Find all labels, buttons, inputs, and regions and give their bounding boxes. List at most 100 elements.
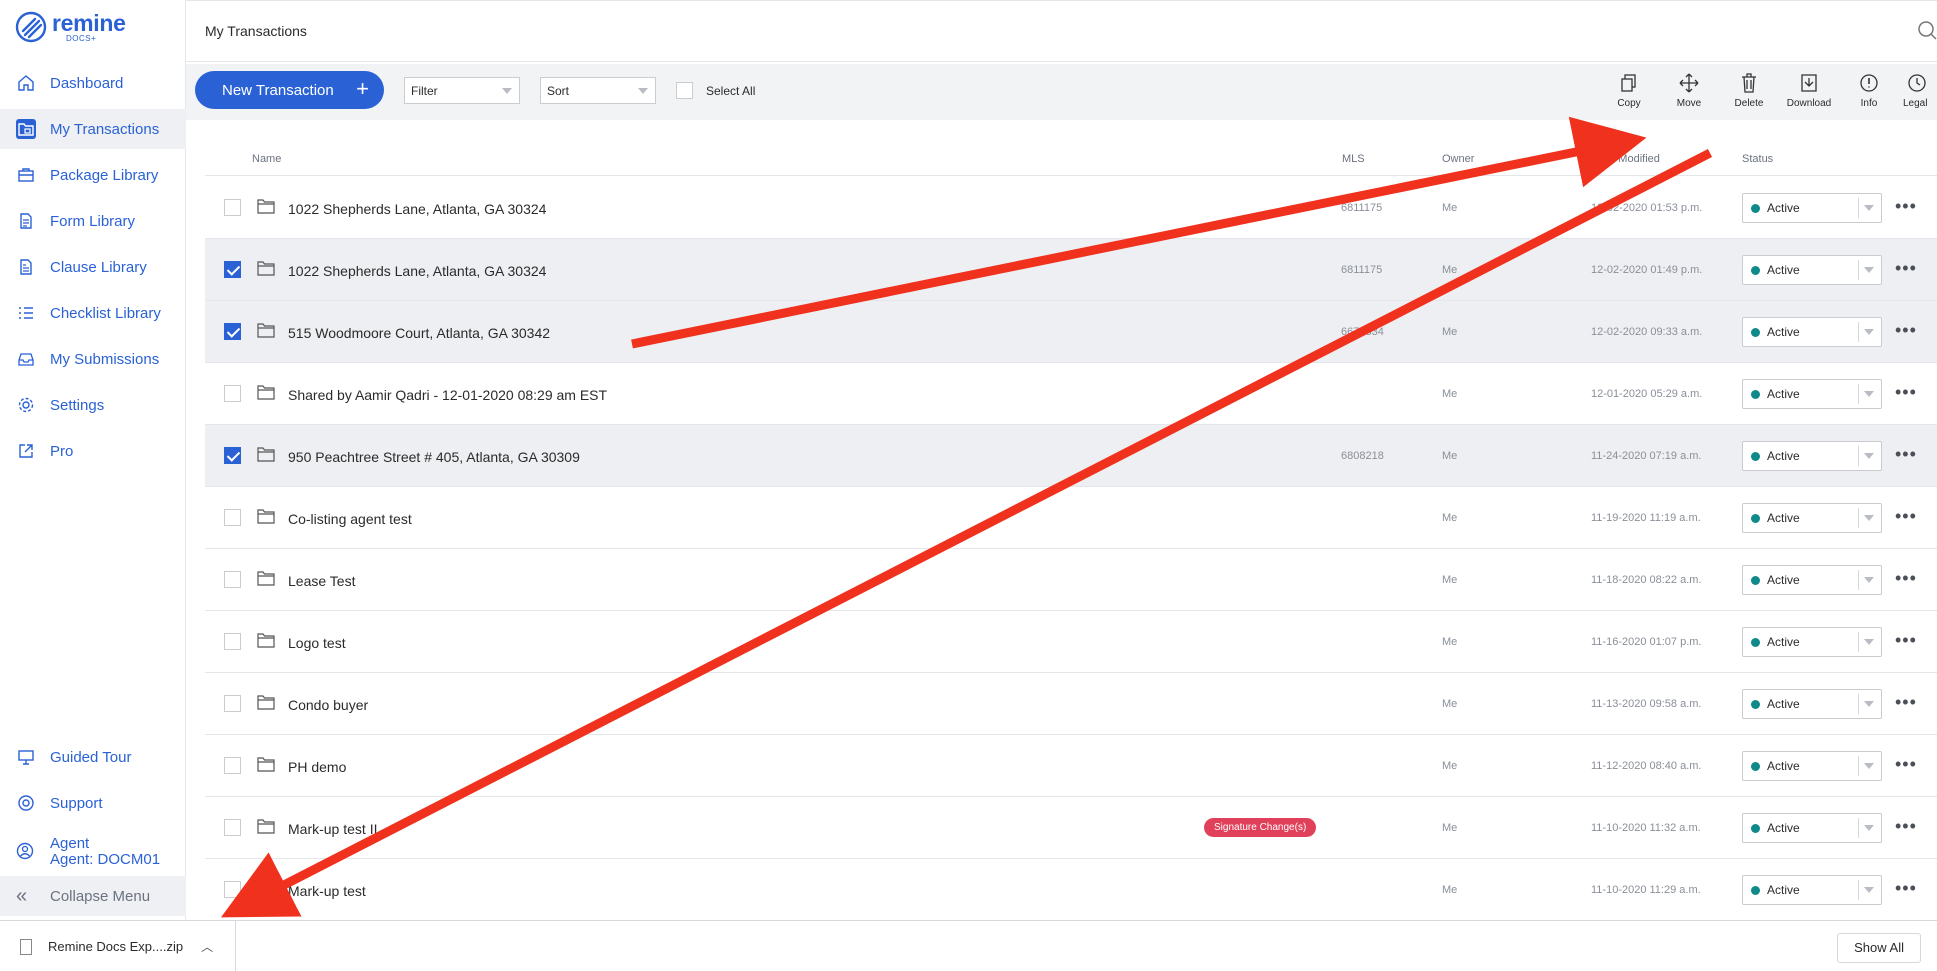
table-row[interactable]: 950 Peachtree Street # 405, Atlanta, GA … xyxy=(205,425,1937,487)
table-row[interactable]: PH demo Me 11-12-2020 08:40 a.m. Active ••• xyxy=(205,735,1937,797)
more-options-icon[interactable]: ••• xyxy=(1895,445,1917,463)
status-select[interactable]: Active xyxy=(1742,689,1882,719)
more-options-icon[interactable]: ••• xyxy=(1895,383,1917,401)
new-transaction-button[interactable]: New Transaction + xyxy=(195,71,384,109)
download-item[interactable]: Remine Docs Exp....zip ︿ xyxy=(0,921,236,971)
row-name[interactable]: 1022 Shepherds Lane, Atlanta, GA 30324 xyxy=(288,201,546,217)
download-button[interactable]: Download xyxy=(1779,72,1839,109)
status-select[interactable]: Active xyxy=(1742,813,1882,843)
table-row[interactable]: Mark-up test Me 11-10-2020 11:29 a.m. Activ… xyxy=(205,859,1937,921)
status-dot-icon xyxy=(1751,514,1760,523)
row-checkbox[interactable] xyxy=(224,261,241,278)
divider xyxy=(1858,632,1859,652)
show-all-button[interactable]: Show All xyxy=(1837,933,1921,963)
column-header-owner[interactable]: Owner xyxy=(1442,153,1474,165)
row-name[interactable]: 950 Peachtree Street # 405, Atlanta, GA … xyxy=(288,449,580,465)
legal-button[interactable]: Legal xyxy=(1899,72,1937,109)
sidebar-item-support[interactable]: Support xyxy=(0,783,186,823)
sidebar-agent[interactable]: Agent Agent: DOCM01 xyxy=(0,834,186,870)
status-select[interactable]: Active xyxy=(1742,503,1882,533)
sidebar-item-clause-library[interactable]: Clause Library xyxy=(0,247,186,287)
row-name[interactable]: Logo test xyxy=(288,635,346,651)
remine-logo[interactable]: remine DOCS+ xyxy=(14,10,126,44)
row-name[interactable]: 1022 Shepherds Lane, Atlanta, GA 30324 xyxy=(288,263,546,279)
select-all-checkbox[interactable] xyxy=(676,82,693,99)
column-header-mls[interactable]: MLS xyxy=(1342,153,1365,165)
row-checkbox[interactable] xyxy=(224,323,241,340)
more-options-icon[interactable]: ••• xyxy=(1895,755,1917,773)
sidebar-item-my-submissions[interactable]: My Submissions xyxy=(0,339,186,379)
row-checkbox[interactable] xyxy=(224,633,241,650)
more-options-icon[interactable]: ••• xyxy=(1895,569,1917,587)
filter-select[interactable]: Filter xyxy=(404,77,520,104)
more-options-icon[interactable]: ••• xyxy=(1895,879,1917,897)
row-checkbox[interactable] xyxy=(224,881,241,898)
sidebar-item-guided-tour[interactable]: Guided Tour xyxy=(0,737,186,777)
row-name[interactable]: Mark-up test II xyxy=(288,821,377,837)
copy-button[interactable]: Copy xyxy=(1599,72,1659,109)
row-name[interactable]: Lease Test xyxy=(288,573,355,589)
status-select[interactable]: Active xyxy=(1742,193,1882,223)
row-name[interactable]: Shared by Aamir Qadri - 12-01-2020 08:29… xyxy=(288,387,607,403)
table-row[interactable]: Condo buyer Me 11-13-2020 09:58 a.m. Active… xyxy=(205,673,1937,735)
table-row[interactable]: 515 Woodmoore Court, Atlanta, GA 30342 66… xyxy=(205,301,1937,363)
sidebar-item-settings[interactable]: Settings xyxy=(0,385,186,425)
row-name[interactable]: Mark-up test xyxy=(288,883,366,899)
more-options-icon[interactable]: ••• xyxy=(1895,197,1917,215)
status-select[interactable]: Active xyxy=(1742,565,1882,595)
move-icon xyxy=(1679,73,1699,93)
sort-select[interactable]: Sort xyxy=(540,77,656,104)
row-name[interactable]: PH demo xyxy=(288,759,346,775)
sidebar-item-dashboard[interactable]: Dashboard xyxy=(0,63,186,103)
status-select[interactable]: Active xyxy=(1742,751,1882,781)
column-header-name[interactable]: Name xyxy=(252,153,281,165)
row-name[interactable]: 515 Woodmoore Court, Atlanta, GA 30342 xyxy=(288,325,550,341)
more-options-icon[interactable]: ••• xyxy=(1895,321,1917,339)
search-icon[interactable] xyxy=(1915,19,1937,41)
more-options-icon[interactable]: ••• xyxy=(1895,259,1917,277)
chevron-up-icon[interactable]: ︿ xyxy=(201,938,213,955)
collapse-menu-label: Collapse Menu xyxy=(50,887,151,905)
more-options-icon[interactable]: ••• xyxy=(1895,631,1917,649)
table-row[interactable]: Logo test Me 11-16-2020 01:07 p.m. Active ••… xyxy=(205,611,1937,673)
collapse-menu-button[interactable]: « Collapse Menu xyxy=(0,876,186,916)
row-checkbox[interactable] xyxy=(224,385,241,402)
sidebar-item-package-library[interactable]: Package Library xyxy=(0,155,186,195)
table-row[interactable]: Lease Test Me 11-18-2020 08:22 a.m. Active •… xyxy=(205,549,1937,611)
table-row[interactable]: Co-listing agent test Me 11-19-2020 11:19 … xyxy=(205,487,1937,549)
sidebar-item-checklist-library[interactable]: Checklist Library xyxy=(0,293,186,333)
table-row[interactable]: Mark-up test II Signature Change(s) Me 11-1… xyxy=(205,797,1937,859)
table-row[interactable]: 1022 Shepherds Lane, Atlanta, GA 30324 68… xyxy=(205,177,1937,239)
more-options-icon[interactable]: ••• xyxy=(1895,507,1917,525)
double-chevron-left-icon: « xyxy=(16,884,28,907)
status-select[interactable]: Active xyxy=(1742,379,1882,409)
delete-button[interactable]: Delete xyxy=(1719,72,1779,109)
copy-icon xyxy=(1621,74,1636,92)
table-row[interactable]: 1022 Shepherds Lane, Atlanta, GA 30324 68… xyxy=(205,239,1937,301)
sidebar-item-my-transactions[interactable]: My Transactions xyxy=(0,109,186,149)
status-select[interactable]: Active xyxy=(1742,875,1882,905)
row-checkbox[interactable] xyxy=(224,819,241,836)
column-header-date[interactable]: Date Modified xyxy=(1592,153,1660,165)
row-name[interactable]: Condo buyer xyxy=(288,697,368,713)
row-checkbox[interactable] xyxy=(224,695,241,712)
status-select[interactable]: Active xyxy=(1742,255,1882,285)
column-header-status[interactable]: Status xyxy=(1742,153,1773,165)
status-select[interactable]: Active xyxy=(1742,317,1882,347)
info-button[interactable]: Info xyxy=(1839,72,1899,109)
more-options-icon[interactable]: ••• xyxy=(1895,817,1917,835)
row-owner: Me xyxy=(1442,884,1458,896)
move-button[interactable]: Move xyxy=(1659,72,1719,109)
row-checkbox[interactable] xyxy=(224,757,241,774)
row-checkbox[interactable] xyxy=(224,447,241,464)
more-options-icon[interactable]: ••• xyxy=(1895,693,1917,711)
sidebar-item-form-library[interactable]: Form Library xyxy=(0,201,186,241)
status-select[interactable]: Active xyxy=(1742,627,1882,657)
row-checkbox[interactable] xyxy=(224,509,241,526)
status-select[interactable]: Active xyxy=(1742,441,1882,471)
sidebar-item-pro[interactable]: Pro xyxy=(0,431,186,471)
row-checkbox[interactable] xyxy=(224,199,241,216)
row-checkbox[interactable] xyxy=(224,571,241,588)
table-row[interactable]: Shared by Aamir Qadri - 12-01-2020 08:29… xyxy=(205,363,1937,425)
row-name[interactable]: Co-listing agent test xyxy=(288,511,412,527)
